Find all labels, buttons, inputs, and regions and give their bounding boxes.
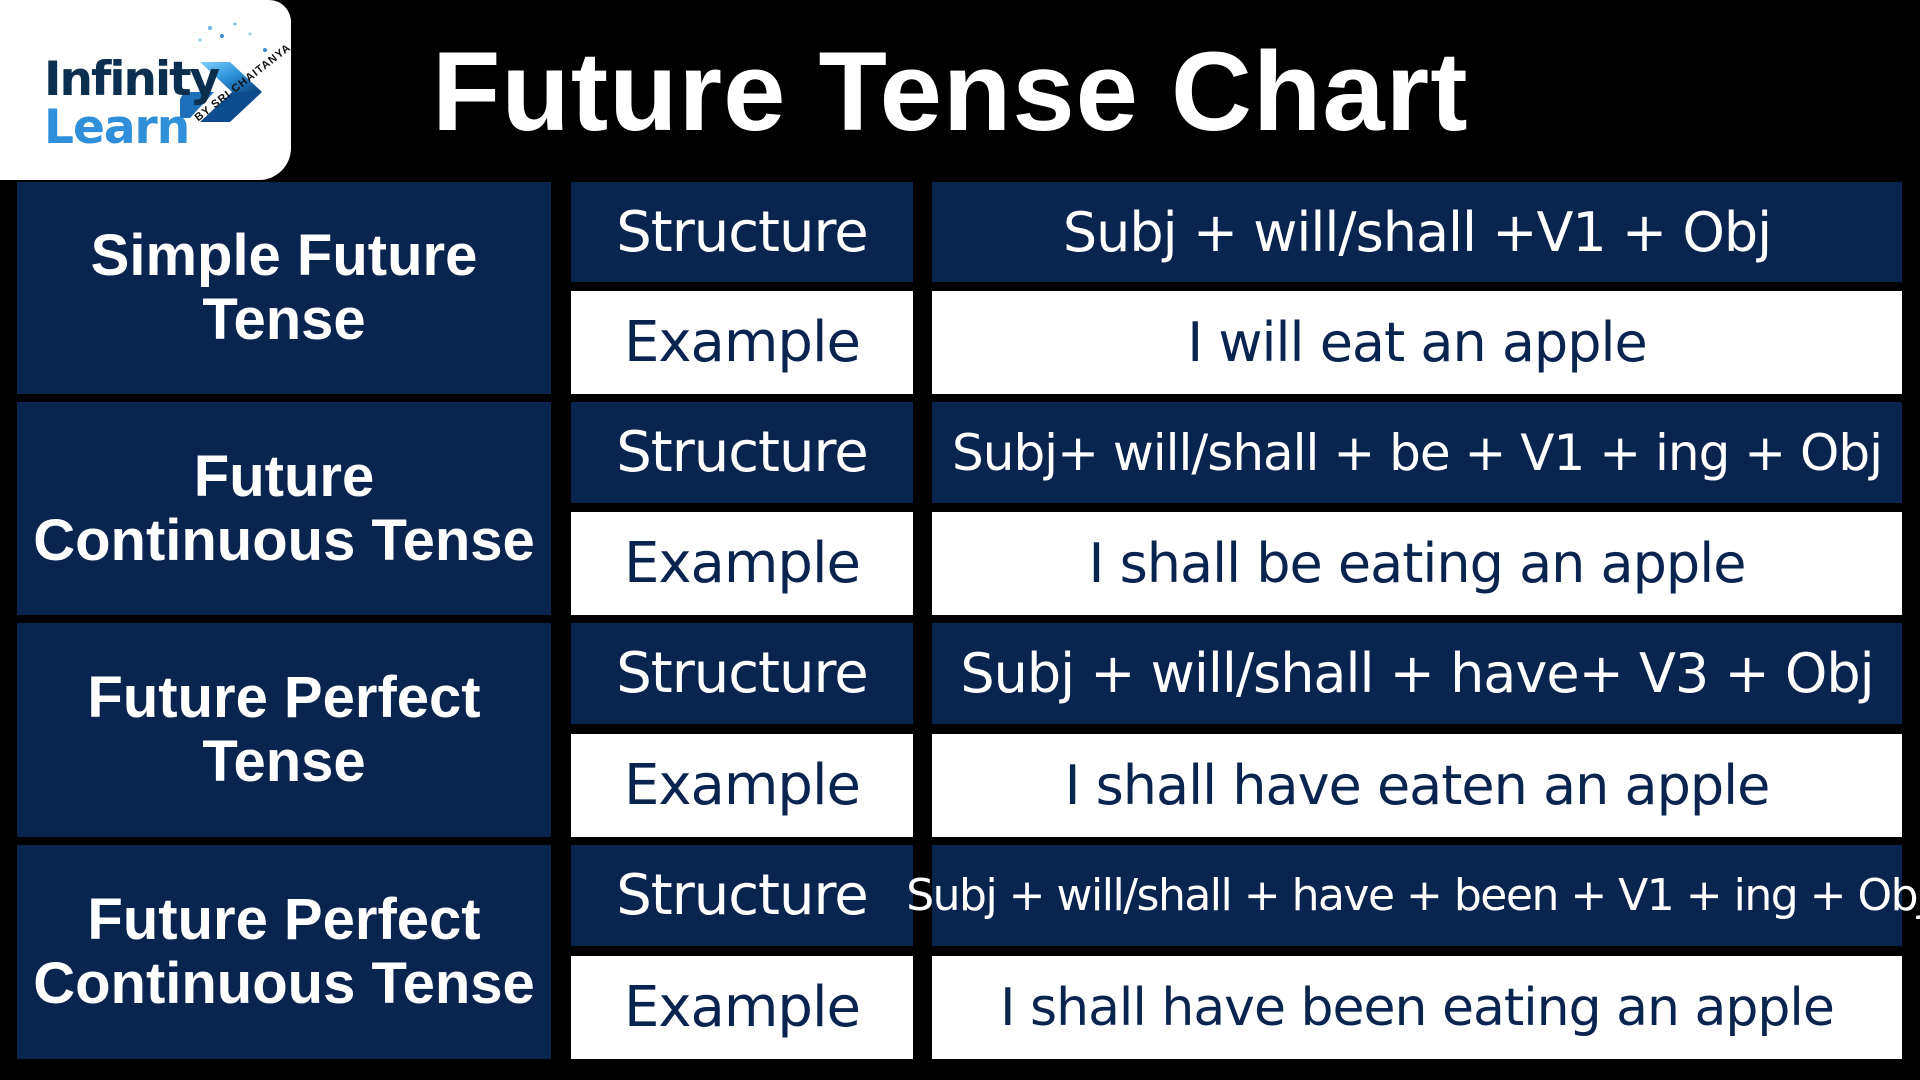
example-label: Example: [571, 291, 913, 394]
structure-label: Structure: [571, 845, 913, 946]
logo: Infinity Learn BY SRI CHAITANYA: [0, 0, 293, 180]
structure-label: Structure: [571, 402, 913, 503]
example-label: Example: [571, 512, 913, 615]
example-sentence: I will eat an apple: [932, 291, 1902, 394]
logo-infinity-text: Infinity: [44, 52, 220, 107]
tense-name-future-perfect-continuous: Future Perfect Continuous Tense: [17, 845, 551, 1059]
structure-formula: Subj + will/shall + have+ V3 + Obj: [932, 623, 1902, 724]
structure-formula: Subj + will/shall +V1 + Obj: [932, 182, 1902, 282]
example-sentence: I shall have eaten an apple: [932, 734, 1902, 837]
structure-label: Structure: [571, 623, 913, 724]
example-label: Example: [571, 734, 913, 837]
example-sentence: I shall have been eating an apple: [932, 956, 1902, 1059]
structure-label: Structure: [571, 182, 913, 282]
tense-name-future-perfect: Future Perfect Tense: [17, 623, 551, 837]
example-label: Example: [571, 956, 913, 1059]
tense-name-simple-future: Simple Future Tense: [17, 182, 551, 394]
tense-name-future-continuous: Future Continuous Tense: [17, 402, 551, 615]
structure-formula: Subj+ will/shall + be + V1 + ing + Obj: [932, 402, 1902, 503]
page-title: Future Tense Chart: [432, 29, 1469, 154]
structure-formula: Subj + will/shall + have + been + V1 + i…: [906, 845, 1920, 946]
example-sentence: I shall be eating an apple: [932, 512, 1902, 615]
logo-learn-text: Learn: [44, 100, 190, 155]
